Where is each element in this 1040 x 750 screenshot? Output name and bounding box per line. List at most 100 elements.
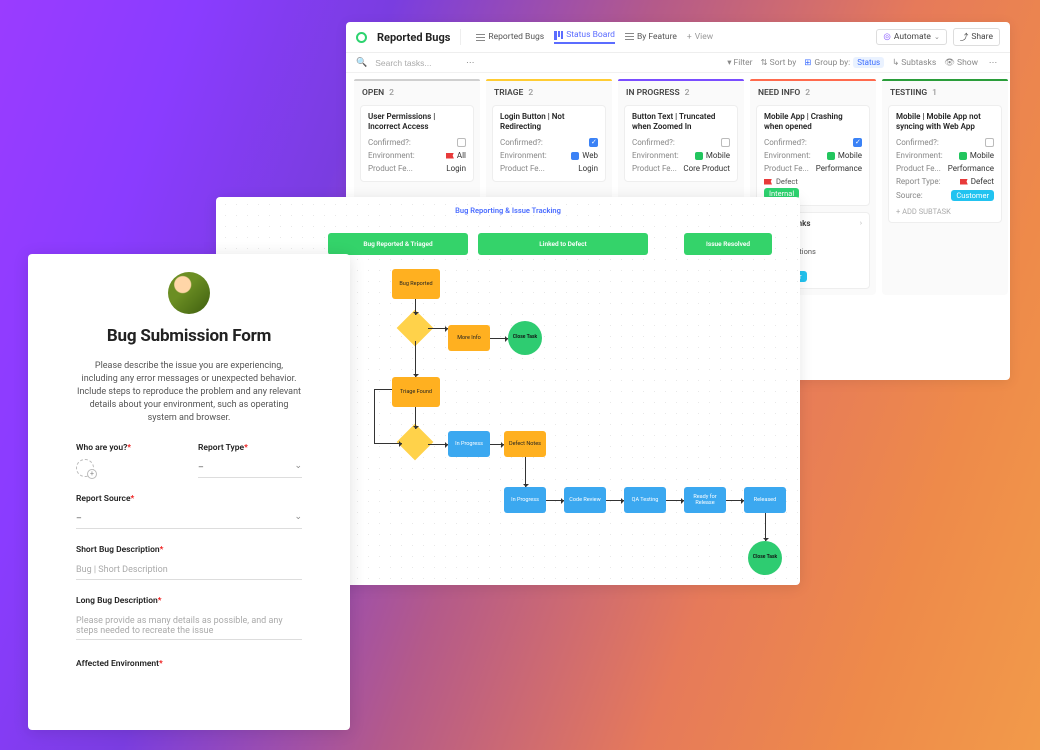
board-title: Reported Bugs	[377, 31, 450, 44]
view-tab-feature[interactable]: By Feature	[625, 32, 677, 42]
sort-icon: ⇅	[761, 58, 768, 68]
sort-button[interactable]: ⇅Sort by	[761, 58, 797, 68]
add-view-button[interactable]: + View	[687, 32, 713, 42]
more-menu-button[interactable]: ⋯	[986, 58, 1000, 68]
arrow	[428, 444, 448, 445]
node-ready-release[interactable]: Ready for Release	[684, 487, 726, 513]
arrow	[490, 444, 504, 445]
short-desc-input[interactable]	[76, 561, 302, 580]
arrow	[525, 457, 526, 487]
card-title: User Permissions | Incorrect Access	[368, 112, 466, 132]
groupby-button[interactable]: ⊞ Group by: Status	[804, 57, 884, 68]
flow-title: Bug Reporting & Issue Tracking	[216, 206, 800, 215]
search-icon: 🔍	[356, 58, 367, 68]
flag-icon	[764, 179, 772, 185]
view-tab-label: By Feature	[637, 32, 677, 42]
report-source-select[interactable]: –	[76, 510, 302, 529]
column-count: 2	[805, 88, 810, 98]
status-ring-icon	[356, 32, 367, 43]
checkbox-icon[interactable]	[457, 138, 466, 147]
view-tab-label: Status Board	[566, 30, 615, 40]
column-title: TESTIING	[890, 88, 927, 98]
arrow	[726, 500, 744, 501]
column-testing: TESTIING1 Mobile | Mobile App not syncin…	[882, 79, 1008, 295]
person-icon: +	[76, 459, 94, 477]
plus-icon: +	[87, 469, 97, 479]
search-more-icon[interactable]: ⋯	[463, 58, 477, 68]
form-title: Bug Submission Form	[76, 326, 302, 346]
view-tab-board[interactable]: Status Board	[554, 30, 615, 44]
column-count: 2	[685, 88, 690, 98]
subtasks-button[interactable]: ↳Subtasks	[892, 58, 936, 68]
node-close-task-2[interactable]: Close Task	[748, 541, 782, 575]
checkbox-icon[interactable]	[721, 138, 730, 147]
avatar	[168, 272, 210, 314]
view-tab-label: View	[695, 32, 713, 42]
card-needinfo-1[interactable]: Mobile App | Crashing when opened Confir…	[756, 105, 870, 206]
long-desc-input[interactable]	[76, 612, 302, 640]
node-in-progress[interactable]: In Progress	[448, 431, 490, 457]
lane-reported: Bug Reported & Triaged	[328, 233, 468, 255]
node-released[interactable]: Released	[744, 487, 786, 513]
node-defect-notes[interactable]: Defect Notes	[504, 431, 546, 457]
mobile-icon	[959, 152, 967, 160]
automate-button[interactable]: ◎ Automate ⌄	[876, 29, 946, 45]
column-count: 2	[528, 88, 533, 98]
arrow	[415, 341, 416, 377]
card-title: Mobile App | Crashing when opened	[764, 112, 862, 132]
chevron-right-icon: ›	[860, 219, 862, 227]
mobile-icon	[827, 152, 835, 160]
type-label: Report Type*	[198, 443, 302, 453]
column-title: NEED INFO	[758, 88, 800, 98]
filter-button[interactable]: ▾Filter	[727, 58, 752, 68]
card-triage-1[interactable]: Login Button | Not Redirecting Confirmed…	[492, 105, 606, 182]
chevron-down-icon: ⌄	[934, 33, 940, 41]
show-button[interactable]: 👁Show	[944, 58, 978, 68]
node-qa-testing[interactable]: QA Testing	[624, 487, 666, 513]
checkbox-icon[interactable]	[853, 138, 862, 147]
env-label: Affected Environment*	[76, 659, 302, 669]
arrow	[428, 328, 448, 329]
board-icon	[554, 31, 563, 40]
who-assignee-picker[interactable]: +	[76, 459, 180, 477]
node-close-task-1[interactable]: Close Task	[508, 321, 542, 355]
robot-icon: ◎	[883, 32, 890, 42]
card-title: Button Text | Truncated when Zoomed In	[632, 112, 730, 132]
view-tab-list[interactable]: Reported Bugs	[476, 32, 544, 42]
list-icon	[476, 33, 485, 42]
card-open-1[interactable]: User Permissions | Incorrect Access Conf…	[360, 105, 474, 182]
add-subtask-button[interactable]: + ADD SUBTASK	[896, 207, 994, 216]
tag-customer: Customer	[951, 190, 994, 201]
short-desc-label: Short Bug Description*	[76, 545, 302, 555]
arrow	[546, 500, 564, 501]
flag-icon	[446, 153, 454, 159]
arrow	[666, 500, 684, 501]
card-inprogress-1[interactable]: Button Text | Truncated when Zoomed In C…	[624, 105, 738, 182]
checkbox-icon[interactable]	[985, 138, 994, 147]
column-title: OPEN	[362, 88, 384, 98]
node-in-progress-2[interactable]: In Progress	[504, 487, 546, 513]
eye-icon: 👁	[944, 58, 955, 68]
card-title: Mobile | Mobile App not syncing with Web…	[896, 112, 994, 132]
node-bug-reported[interactable]: Bug Reported	[392, 269, 440, 299]
node-code-review[interactable]: Code Review	[564, 487, 606, 513]
column-title: IN PROGRESS	[626, 88, 680, 98]
filter-icon: ▾	[727, 58, 731, 68]
flag-icon	[960, 179, 968, 185]
groupby-value: Status	[853, 57, 884, 68]
group-icon	[625, 33, 634, 42]
card-title: Login Button | Not Redirecting	[500, 112, 598, 132]
card-testing-1[interactable]: Mobile | Mobile App not syncing with Web…	[888, 105, 1002, 223]
search-input[interactable]	[375, 58, 455, 68]
plus-icon: +	[687, 32, 692, 42]
checkbox-icon[interactable]	[589, 138, 598, 147]
lane-linked: Linked to Defect	[478, 233, 648, 255]
form-description: Please describe the issue you are experi…	[76, 360, 302, 425]
view-tab-label: Reported Bugs	[488, 32, 544, 42]
report-type-select[interactable]: –	[198, 459, 302, 478]
node-triage-found[interactable]: Triage Found	[392, 377, 440, 407]
mobile-icon	[695, 152, 703, 160]
arrow	[374, 389, 375, 443]
share-button[interactable]: ⤴ Share	[953, 28, 1000, 46]
node-more-info[interactable]: More Info	[448, 325, 490, 351]
